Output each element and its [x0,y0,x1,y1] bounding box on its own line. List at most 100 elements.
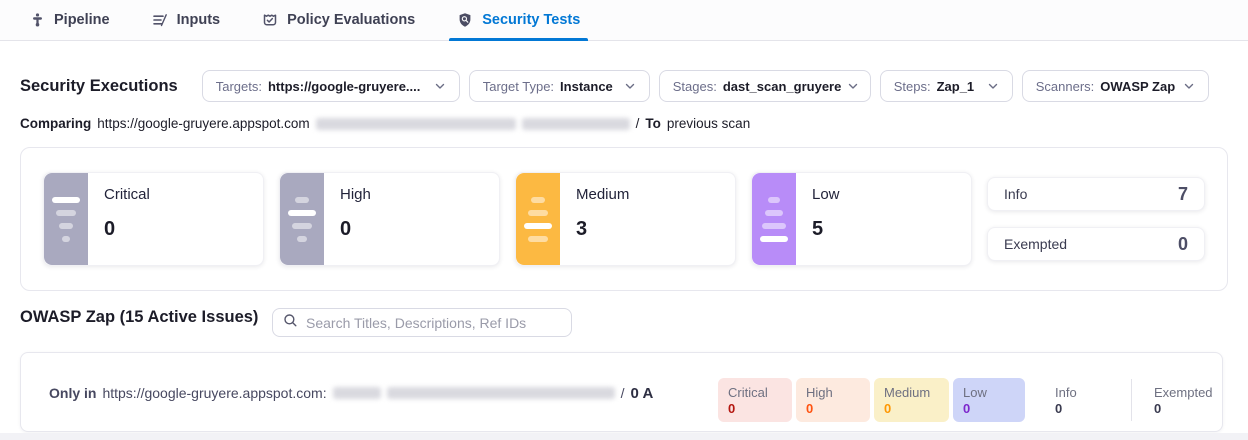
redacted-text [316,118,516,130]
info-label: Info [1004,186,1027,202]
critical-chip: Critical 0 [718,378,792,422]
info-count: 7 [1178,184,1188,205]
filter-dropdowns: Targets: https://google-gruyere.... Targ… [202,70,1209,102]
chip-count: 0 [1154,401,1214,416]
redacted-text [522,118,630,130]
security-executions-heading: Security Executions [20,77,178,96]
issue-row[interactable]: Only in https://google-gruyere.appspot.c… [20,352,1223,432]
stages-dropdown[interactable]: Stages: dast_scan_gruyere [659,70,871,102]
chip-label: Info [1055,385,1109,400]
chevron-down-icon [847,80,859,92]
chip-count: 0 [728,401,782,416]
severity-summary-card: Critical 0 High 0 Medium 3 [20,147,1228,291]
issue-row-separator: / [621,385,625,401]
policy-evaluations-icon [262,12,278,28]
info-chip: Info 0 [1045,378,1119,422]
comparing-separator: / [636,116,640,131]
severity-label: High [340,186,371,203]
severity-count: 5 [812,218,840,241]
dropdown-value: https://google-gruyere.... [268,79,420,94]
search-icon [283,313,298,333]
chevron-down-icon [624,80,636,92]
inputs-icon [152,12,168,28]
comparing-label: Comparing [20,116,91,131]
severity-label: Critical [104,186,150,203]
pipeline-icon [30,12,45,28]
redacted-text [387,387,615,399]
severity-chips: Critical 0 High 0 Medium 0 Low 0 Info 0 [718,378,1224,422]
critical-card[interactable]: Critical 0 [43,172,264,266]
dropdown-label: Scanners: [1036,79,1095,94]
medium-card[interactable]: Medium 3 [515,172,736,266]
issue-row-url: https://google-gruyere.appspot.com: [102,385,326,401]
info-card[interactable]: Info 7 [987,177,1205,211]
dropdown-value: Instance [560,79,613,94]
security-tests-icon [457,12,473,28]
severity-count: 3 [576,218,629,241]
tab-pipeline[interactable]: Pipeline [30,0,110,41]
chevron-down-icon [434,80,446,92]
comparing-to-label: To [645,116,661,131]
issues-search[interactable] [272,308,572,337]
exempted-card[interactable]: Exempted 0 [987,227,1205,261]
chip-label: Exempted [1154,385,1214,400]
active-issues-fragment: 0 A [630,385,653,402]
tab-policy-evaluations[interactable]: Policy Evaluations [262,0,415,41]
dropdown-label: Steps: [894,79,931,94]
dropdown-label: Stages: [673,79,717,94]
exempted-count: 0 [1178,234,1188,255]
high-chip: High 0 [796,378,870,422]
medium-chip: Medium 0 [874,378,949,422]
low-chip: Low 0 [953,378,1025,422]
comparing-line: Comparing https://google-gruyere.appspot… [20,116,750,131]
exempted-label: Exempted [1004,236,1067,252]
target-type-dropdown[interactable]: Target Type: Instance [469,70,650,102]
chip-divider [1131,379,1132,421]
severity-count: 0 [340,218,371,241]
severity-label: Medium [576,186,629,203]
high-card[interactable]: High 0 [279,172,500,266]
tab-security-tests[interactable]: Security Tests [457,0,580,41]
chip-label: Low [963,385,1015,400]
exempted-chip: Exempted 0 [1144,378,1224,422]
critical-gauge-icon [44,173,88,265]
chip-count: 0 [1055,401,1109,416]
next-row-background [0,433,1248,440]
steps-dropdown[interactable]: Steps: Zap_1 [880,70,1013,102]
info-exempted-column: Info 7 Exempted 0 [987,177,1205,261]
security-tests-page: Pipeline Inputs Policy Evaluations Secur… [0,0,1248,440]
dropdown-label: Target Type: [483,79,554,94]
chip-count: 0 [806,401,860,416]
owasp-zap-heading: OWASP Zap (15 Active Issues) [20,308,258,327]
tab-label: Pipeline [54,12,110,28]
redacted-text [333,387,381,399]
scanners-dropdown[interactable]: Scanners: OWASP Zap [1022,70,1209,102]
dropdown-value: dast_scan_gruyere [723,79,842,94]
chip-label: Medium [884,385,939,400]
severity-count: 0 [104,218,150,241]
low-gauge-icon [752,173,796,265]
chevron-down-icon [987,80,999,92]
dropdown-value: OWASP Zap [1100,79,1175,94]
issues-header: OWASP Zap (15 Active Issues) [20,308,282,327]
medium-gauge-icon [516,173,560,265]
filters-row: Security Executions Targets: https://goo… [20,70,1228,102]
tab-inputs[interactable]: Inputs [152,0,221,41]
tab-label: Policy Evaluations [287,12,415,28]
comparing-to-value: previous scan [667,116,750,131]
search-input[interactable] [306,315,561,331]
chip-count: 0 [963,401,1015,416]
tab-label: Security Tests [482,12,580,28]
tab-label: Inputs [177,12,221,28]
chip-label: Critical [728,385,782,400]
high-gauge-icon [280,173,324,265]
low-card[interactable]: Low 5 [751,172,972,266]
comparing-url: https://google-gruyere.appspot.com [97,116,309,131]
targets-dropdown[interactable]: Targets: https://google-gruyere.... [202,70,460,102]
execution-tabbar: Pipeline Inputs Policy Evaluations Secur… [0,0,1248,41]
chip-count: 0 [884,401,939,416]
dropdown-value: Zap_1 [937,79,975,94]
issue-row-text: Only in https://google-gruyere.appspot.c… [49,353,653,433]
chip-label: High [806,385,860,400]
only-in-label: Only in [49,385,96,401]
